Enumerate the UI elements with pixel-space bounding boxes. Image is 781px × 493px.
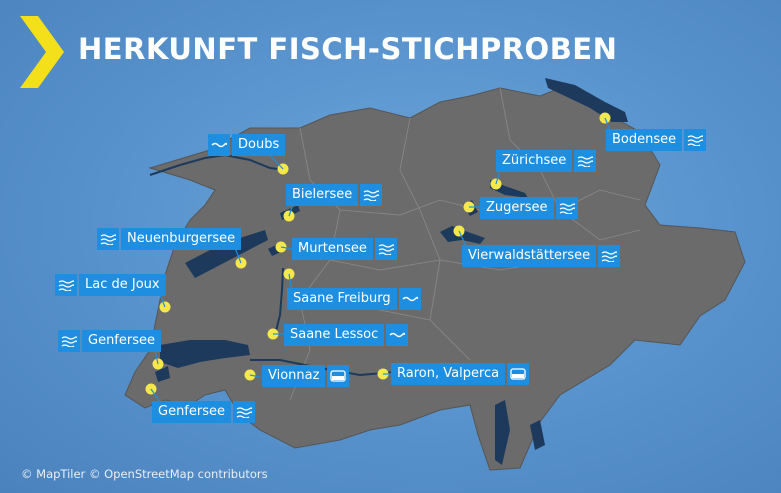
label-lac-de-joux: Lac de Joux xyxy=(55,274,166,296)
lake-icon xyxy=(555,197,578,219)
label-genfersee-west: Genfersee xyxy=(152,401,255,423)
river-icon xyxy=(208,134,230,156)
lake-icon xyxy=(574,150,597,172)
lake-icon xyxy=(58,330,80,352)
lake-icon xyxy=(233,401,255,423)
label-zugersee: Zugersee xyxy=(480,197,578,219)
fish-farm-icon xyxy=(327,365,350,387)
label-bodensee: Bodensee xyxy=(606,129,707,151)
label-neuenburgersee: Neuenburgersee xyxy=(97,228,242,250)
label-vierwaldstattersee: Vierwaldstättersee xyxy=(462,245,621,267)
label-saane-freiburg: Saane Freiburg xyxy=(287,288,421,310)
map-stage: HERKUNFT FISCH-STICHPROBEN Doubs Bielers… xyxy=(0,0,781,493)
label-zurichsee: Zürichsee xyxy=(496,150,597,172)
lake-icon xyxy=(598,245,621,267)
label-murtensee: Murtensee xyxy=(292,238,397,260)
page-title: HERKUNFT FISCH-STICHPROBEN xyxy=(78,32,618,66)
lake-icon xyxy=(684,129,707,151)
label-saane-lessoc: Saane Lessoc xyxy=(284,324,409,346)
river-icon xyxy=(386,324,409,346)
lake-icon xyxy=(55,274,77,296)
label-bielersee: Bielersee xyxy=(286,184,383,206)
river-icon xyxy=(398,288,421,310)
fish-farm-icon xyxy=(507,363,530,385)
chevron-icon xyxy=(20,16,64,88)
label-raron-valperca: Raron, Valperca xyxy=(391,363,530,385)
lake-icon xyxy=(360,184,383,206)
map-credit: © MapTiler © OpenStreetMap contributors xyxy=(21,467,268,481)
lake-icon xyxy=(97,228,119,250)
label-genfersee-east: Genfersee xyxy=(58,330,161,352)
lake-icon xyxy=(374,238,397,260)
label-vionnaz: Vionnaz xyxy=(262,365,350,387)
label-doubs: Doubs xyxy=(208,134,286,156)
